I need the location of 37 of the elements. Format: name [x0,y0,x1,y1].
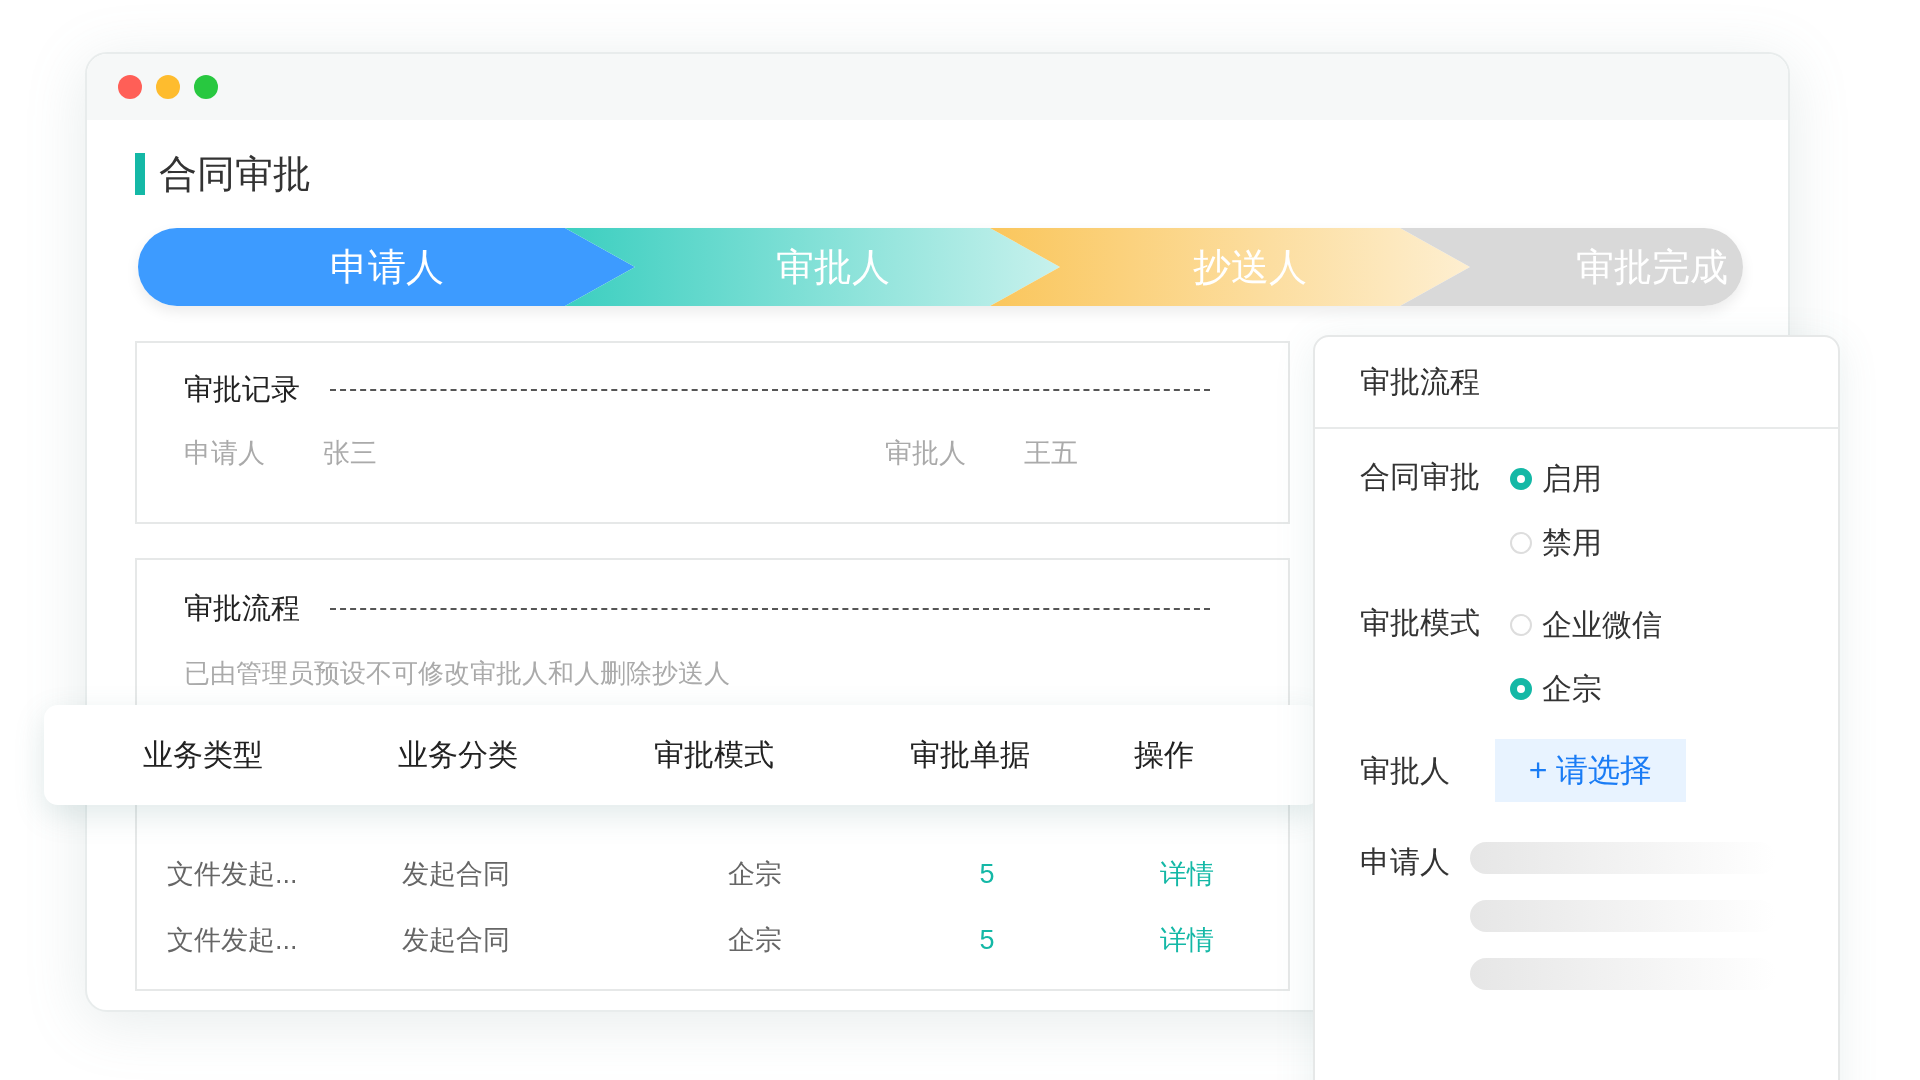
table-cell-text: 发起合同 [402,858,511,891]
column-header: 业务分类 [398,736,519,773]
table-cell-text: 文件发起... [167,924,299,957]
column-header: 业务类型 [143,736,264,773]
column-header: 操作 [1134,736,1195,773]
radio-button[interactable] [1510,678,1532,700]
field-label: 申请人 [184,437,265,470]
table-cell-text: 企宗 [726,924,783,957]
table-cell-text: 文件发起... [167,858,299,891]
option-label[interactable]: 启用 [1542,458,1602,500]
setting-label: 合同审批 [1360,459,1480,495]
field-value: 张三 [323,437,377,470]
option-label[interactable]: 企业微信 [1542,604,1662,646]
option-label[interactable]: 企宗 [1542,668,1602,710]
minimize-button[interactable] [156,75,180,99]
note-text: 已由管理员预设不可修改审批人和人删除抄送人 [184,657,731,690]
close-button[interactable] [118,75,142,99]
select-button[interactable]: + 请选择 [1495,739,1686,802]
maximize-button[interactable] [194,75,218,99]
setting-label: 审批人 [1360,752,1450,789]
accent-bar [135,153,145,195]
table-cell-text: 企宗 [726,858,783,891]
setting-label: 审批模式 [1360,605,1480,641]
column-header: 审批模式 [654,736,775,773]
panel-title: 审批流程 [1315,337,1838,429]
option-label[interactable]: 禁用 [1542,522,1602,564]
section-title: 审批流程 [184,591,300,626]
field-label: 审批人 [885,437,966,470]
table-cell-text: 5 [978,924,996,956]
field-value: 王五 [1024,437,1078,470]
section-title: 审批记录 [184,372,300,407]
radio-button[interactable] [1510,468,1532,490]
setting-label: 申请人 [1360,844,1450,880]
column-header: 审批单据 [910,736,1031,773]
table-cell-text: 5 [978,858,996,890]
table-cell-text: 发起合同 [402,924,511,957]
window-title: 合同审批 [159,151,311,197]
